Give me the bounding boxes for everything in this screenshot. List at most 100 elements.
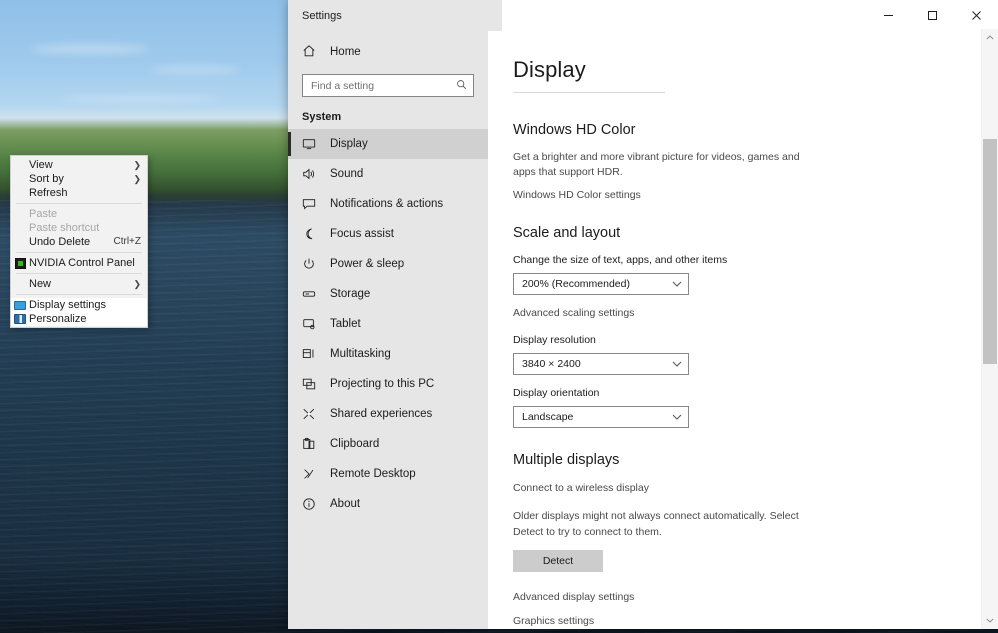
context-menu-label: View <box>29 159 53 171</box>
settings-content-area: Display Windows HD Color Get a brighter … <box>488 31 998 629</box>
sidebar-item-notifications[interactable]: Notifications & actions <box>288 189 488 219</box>
wireless-display-link[interactable]: Connect to a wireless display <box>513 482 998 494</box>
tablet-icon <box>302 317 330 331</box>
sidebar-item-power-sleep[interactable]: Power & sleep <box>288 249 488 279</box>
context-menu-accelerator: Ctrl+Z <box>113 236 142 247</box>
clipboard-icon <box>302 437 330 451</box>
minimize-button[interactable] <box>866 0 910 31</box>
sidebar-item-about[interactable]: About <box>288 489 488 519</box>
context-menu-item-refresh[interactable]: Refresh <box>11 186 147 200</box>
window-body: Home System Display <box>288 31 998 629</box>
context-menu-separator <box>16 203 142 204</box>
resolution-label: Display resolution <box>513 334 596 347</box>
sidebar-item-label: Remote Desktop <box>330 468 416 480</box>
window-titlebar[interactable]: Settings <box>288 0 998 31</box>
sidebar-item-label: Clipboard <box>330 438 380 450</box>
cloud-shape <box>60 96 220 102</box>
scale-dropdown[interactable]: 200% (Recommended) <box>513 273 689 296</box>
graphics-settings-link[interactable]: Graphics settings <box>513 615 998 627</box>
orientation-dropdown-value: Landscape <box>522 411 574 424</box>
search-wrapper <box>302 74 474 97</box>
context-menu-item-display-settings[interactable]: Display settings <box>11 298 147 312</box>
sidebar-item-shared-experiences[interactable]: Shared experiences <box>288 399 488 429</box>
titlebar-drag-area[interactable] <box>502 0 866 31</box>
context-menu-item-undo-delete[interactable]: Undo Delete Ctrl+Z <box>11 235 147 249</box>
section-heading-scale-layout: Scale and layout <box>513 225 621 242</box>
detect-description: Older displays might not always connect … <box>513 510 799 538</box>
orientation-dropdown[interactable]: Landscape <box>513 406 689 429</box>
sidebar-item-label: Multitasking <box>330 348 391 360</box>
advanced-display-settings-link[interactable]: Advanced display settings <box>513 591 998 603</box>
sidebar-item-storage[interactable]: Storage <box>288 279 488 309</box>
chevron-down-icon <box>672 360 682 369</box>
settings-content: Display Windows HD Color Get a brighter … <box>488 31 998 629</box>
minimize-icon <box>883 15 893 16</box>
sidebar-item-home[interactable]: Home <box>288 37 488 67</box>
sidebar-item-label: Display <box>330 138 368 150</box>
context-menu-item-new[interactable]: New ❯ <box>11 277 147 291</box>
sidebar-item-label: Shared experiences <box>330 408 433 420</box>
context-menu-label: Personalize <box>29 313 87 325</box>
sidebar-item-label: Storage <box>330 288 371 300</box>
detect-button[interactable]: Detect <box>513 549 603 572</box>
close-icon <box>971 11 981 20</box>
context-menu-item-nvidia-control-panel[interactable]: NVIDIA Control Panel <box>11 256 147 270</box>
section-heading-hd-color: Windows HD Color <box>513 122 636 138</box>
page-title: Display <box>513 57 586 82</box>
scrollbar-down-arrow[interactable] <box>982 612 998 629</box>
maximize-button[interactable] <box>910 0 954 31</box>
maximize-icon <box>927 11 937 20</box>
multitasking-icon <box>302 347 330 361</box>
context-menu-item-sort-by[interactable]: Sort by ❯ <box>11 172 147 186</box>
cloud-shape <box>30 44 150 54</box>
sidebar-item-display[interactable]: Display <box>288 129 488 159</box>
sidebar-item-label: Sound <box>330 168 364 180</box>
advanced-scaling-link[interactable]: Advanced scaling settings <box>513 307 998 319</box>
hd-color-description: Get a brighter and more vibrant picture … <box>513 151 800 179</box>
scrollbar-thumb[interactable] <box>983 139 997 364</box>
sidebar-item-multitasking[interactable]: Multitasking <box>288 339 488 369</box>
scale-dropdown-value: 200% (Recommended) <box>522 278 630 291</box>
sidebar-category-label: System <box>302 111 342 123</box>
resolution-dropdown-value: 3840 × 2400 <box>522 358 581 371</box>
resolution-dropdown[interactable]: 3840 × 2400 <box>513 353 689 376</box>
context-menu-label: NVIDIA Control Panel <box>29 257 135 269</box>
hd-color-settings-link[interactable]: Windows HD Color settings <box>513 189 998 201</box>
sidebar-item-clipboard[interactable]: Clipboard <box>288 429 488 459</box>
speaker-icon <box>302 167 330 181</box>
context-menu-item-personalize[interactable]: Personalize <box>11 312 147 326</box>
context-menu-label: Paste <box>29 208 58 220</box>
scrollbar-up-arrow[interactable] <box>982 29 998 46</box>
chevron-right-icon: ❯ <box>133 160 141 170</box>
sidebar-item-focus-assist[interactable]: Focus assist <box>288 219 488 249</box>
personalize-icon <box>11 314 29 324</box>
search-icon[interactable] <box>456 79 467 93</box>
search-box[interactable] <box>302 74 474 97</box>
desktop-context-menu[interactable]: View ❯ Sort by ❯ Refresh Paste Paste sho… <box>10 155 148 328</box>
sidebar-item-label: Focus assist <box>330 228 394 240</box>
info-icon <box>302 497 330 511</box>
search-input[interactable] <box>311 79 456 92</box>
monitor-icon <box>11 300 29 310</box>
sidebar-item-sound[interactable]: Sound <box>288 159 488 189</box>
moon-icon <box>302 227 330 241</box>
section-heading-multiple-displays: Multiple displays <box>513 452 620 469</box>
orientation-label: Display orientation <box>513 387 600 400</box>
sidebar-item-projecting[interactable]: Projecting to this PC <box>288 369 488 399</box>
context-menu-item-view[interactable]: View ❯ <box>11 158 147 172</box>
sidebar-item-tablet[interactable]: Tablet <box>288 309 488 339</box>
share-icon <box>302 407 330 421</box>
sidebar-item-label: Notifications & actions <box>330 198 444 210</box>
sidebar-item-label: Projecting to this PC <box>330 378 435 390</box>
projecting-icon <box>302 377 330 391</box>
power-icon <box>302 257 330 271</box>
context-menu-item-paste-shortcut: Paste shortcut <box>11 221 147 235</box>
context-menu-label: Paste shortcut <box>29 222 100 234</box>
cloud-shape <box>150 66 240 73</box>
chevron-right-icon: ❯ <box>133 174 141 184</box>
content-scrollbar[interactable] <box>981 29 998 629</box>
context-menu-label: Sort by <box>29 173 64 185</box>
sidebar-item-label: Power & sleep <box>330 258 405 270</box>
close-button[interactable] <box>954 0 998 31</box>
sidebar-item-remote-desktop[interactable]: Remote Desktop <box>288 459 488 489</box>
